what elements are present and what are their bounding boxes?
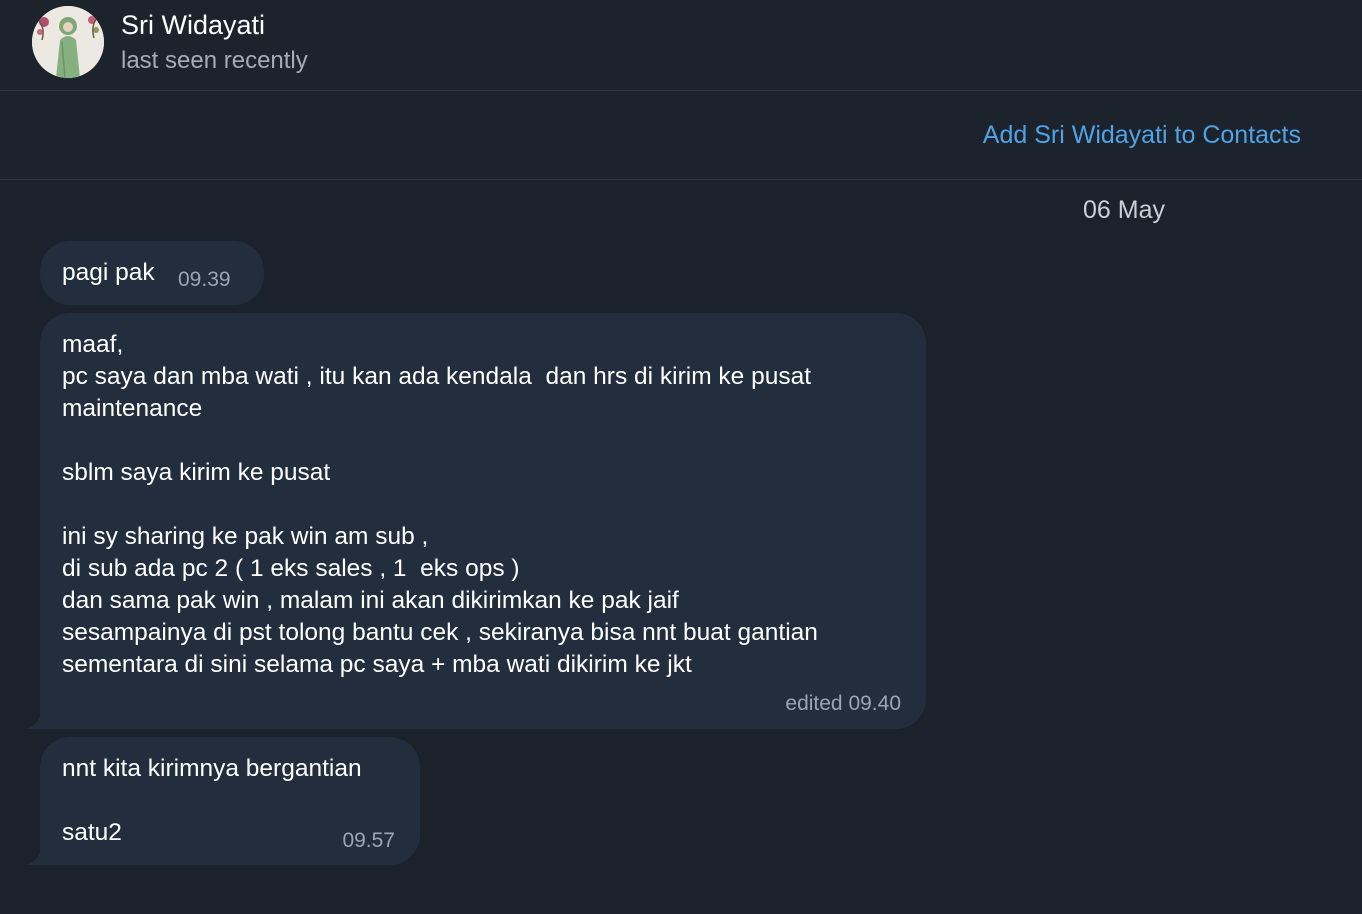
message-list[interactable]: 06 May pagi pak 09.39 maaf, pc saya dan … <box>0 180 1362 914</box>
add-contact-bar: Add Sri Widayati to Contacts <box>0 91 1362 180</box>
chat-header[interactable]: Sri Widayati last seen recently <box>0 0 1362 91</box>
bubble-tail-icon <box>26 709 56 729</box>
bubble-tail-icon <box>26 845 56 865</box>
message-time: 09.57 <box>342 829 395 852</box>
date-separator: 06 May <box>1083 196 1165 224</box>
contact-status: last seen recently <box>121 47 308 74</box>
message-text: pagi pak <box>62 259 155 286</box>
add-to-contacts-link[interactable]: Add Sri Widayati to Contacts <box>983 121 1301 150</box>
chat-window: Sri Widayati last seen recently Add Sri … <box>0 0 1362 914</box>
message-text: nnt kita kirimnya bergantian satu2 <box>62 755 362 846</box>
contact-name[interactable]: Sri Widayati <box>121 10 265 41</box>
message-time: 09.39 <box>178 268 231 291</box>
message-bubble[interactable]: nnt kita kirimnya bergantian satu2 09.57 <box>26 737 420 865</box>
message-time: edited 09.40 <box>785 692 901 715</box>
contact-avatar[interactable] <box>32 6 104 78</box>
message-text: maaf, pc saya dan mba wati , itu kan ada… <box>62 331 818 678</box>
message-bubble[interactable]: maaf, pc saya dan mba wati , itu kan ada… <box>26 313 926 729</box>
avatar-image <box>32 6 104 78</box>
message-bubble[interactable]: pagi pak 09.39 <box>40 241 264 305</box>
